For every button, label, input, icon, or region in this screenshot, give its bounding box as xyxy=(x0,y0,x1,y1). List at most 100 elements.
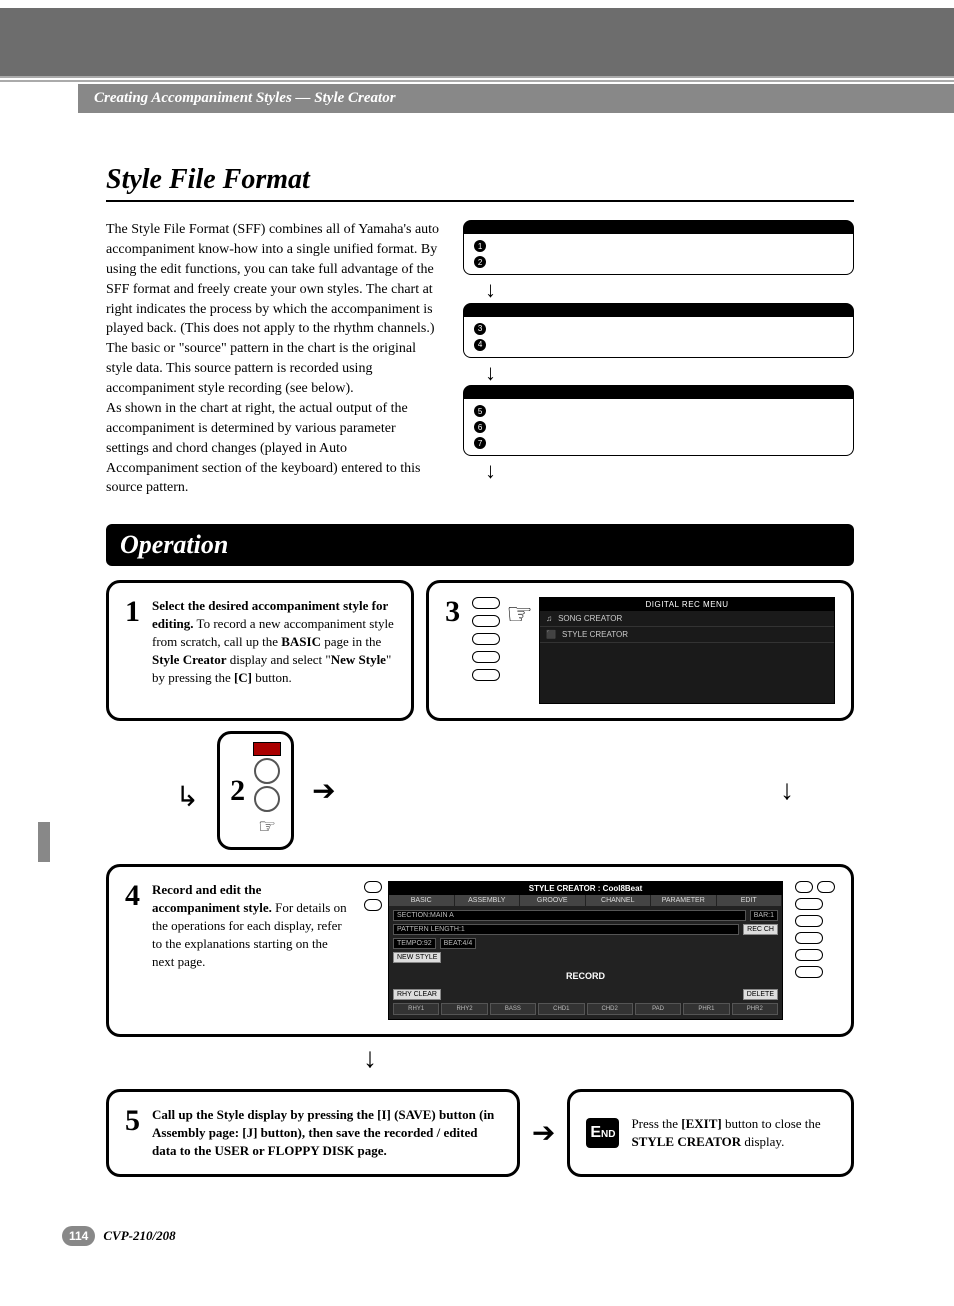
body-text: The Style File Format (SFF) combines all… xyxy=(106,220,439,498)
arrow-right-icon: ➔ xyxy=(312,774,335,808)
ch[interactable]: PHR2 xyxy=(732,1003,778,1015)
step-number: 2 xyxy=(230,776,245,806)
end-text: Press the [EXIT] button to close the STY… xyxy=(631,1115,835,1151)
ch[interactable]: CHD1 xyxy=(538,1003,584,1015)
lead: Record and edit the accompaniment style. xyxy=(152,882,272,915)
ch[interactable]: BASS xyxy=(490,1003,536,1015)
operation-heading: Operation xyxy=(106,524,854,566)
step-2-box: 2 ☞ xyxy=(217,731,294,850)
ch[interactable]: CHD2 xyxy=(587,1003,633,1015)
breadcrumb: Creating Accompaniment Styles — Style Cr… xyxy=(78,84,954,113)
hw-button[interactable] xyxy=(795,915,823,927)
t: BASIC xyxy=(281,634,321,649)
t: New Style xyxy=(331,652,386,667)
ch[interactable]: PAD xyxy=(635,1003,681,1015)
step-3-box: 3 ☞ DIGITAL REC MENU ♫SONG CREATOR ⬛STYL… xyxy=(426,580,854,721)
hw-button[interactable] xyxy=(472,615,500,627)
side-tab xyxy=(38,822,50,862)
t: [C] xyxy=(234,670,252,685)
hw-button-a[interactable] xyxy=(364,881,382,893)
t: [EXIT] xyxy=(681,1116,721,1131)
tab-channel[interactable]: CHANNEL xyxy=(586,895,652,906)
end-box: END Press the [EXIT] button to close the… xyxy=(567,1089,854,1177)
hw-button[interactable] xyxy=(472,651,500,663)
rec-key[interactable] xyxy=(253,742,281,756)
arrow-down-icon: ↓ xyxy=(463,364,854,382)
step-number: 4 xyxy=(125,881,140,1020)
tab-edit[interactable]: EDIT xyxy=(717,895,783,906)
step-1-text: Select the desired accompaniment style f… xyxy=(152,597,395,704)
hand-icon: ☞ xyxy=(258,814,276,839)
ch[interactable]: RHY1 xyxy=(393,1003,439,1015)
bullet-4: 4 xyxy=(474,339,486,351)
section-title: Style File Format xyxy=(106,164,854,202)
hw-button-back[interactable] xyxy=(795,881,813,893)
hw-button[interactable] xyxy=(795,949,823,961)
sff-diagram: 1 2 ↓ 3 4 ↓ 5 6 xyxy=(463,220,854,498)
step-number: 1 xyxy=(125,597,140,704)
bullet-1: 1 xyxy=(474,240,486,252)
arrow-corner-icon: ↳ xyxy=(176,780,199,814)
arrow-down-icon: ↓ xyxy=(363,1043,377,1074)
step-1-box: 1 Select the desired accompaniment style… xyxy=(106,580,414,721)
new-style-button[interactable]: NEW STYLE xyxy=(393,952,441,963)
hw-button[interactable] xyxy=(472,669,500,681)
screen-title: DIGITAL REC MENU xyxy=(540,598,834,611)
style-creator-screen: STYLE CREATOR : Cool8Beat BASIC ASSEMBLY… xyxy=(388,881,783,1020)
page-number: 114 xyxy=(62,1226,95,1246)
style-icon: ⬛ xyxy=(546,630,556,639)
step-4-box: 4 Record and edit the accompaniment styl… xyxy=(106,864,854,1037)
t: Style Creator xyxy=(152,652,226,667)
step-number: 5 xyxy=(125,1106,140,1160)
hand-icon: ☞ xyxy=(506,597,533,704)
ch[interactable]: RHY2 xyxy=(441,1003,487,1015)
tab-parameter[interactable]: PARAMETER xyxy=(651,895,717,906)
rhy-clear-button[interactable]: RHY CLEAR xyxy=(393,989,441,1000)
delete-button[interactable]: DELETE xyxy=(743,989,778,1000)
sc-pattern: PATTERN LENGTH:1 xyxy=(393,924,739,935)
hw-button[interactable] xyxy=(472,597,500,609)
end-icon: END xyxy=(586,1118,619,1148)
bullet-2: 2 xyxy=(474,256,486,268)
hw-button-next[interactable] xyxy=(817,881,835,893)
menu-row[interactable]: ⬛STYLE CREATOR xyxy=(540,627,834,643)
t: display and select " xyxy=(226,652,330,667)
channel-row: RHY1 RHY2 BASS CHD1 CHD2 PAD PHR1 PHR2 xyxy=(393,1003,778,1015)
bullet-7: 7 xyxy=(474,437,486,449)
tab-basic[interactable]: BASIC xyxy=(389,895,455,906)
lcd-screen: DIGITAL REC MENU ♫SONG CREATOR ⬛STYLE CR… xyxy=(539,597,835,704)
arrow-down-icon: ↓ xyxy=(463,281,854,299)
dial[interactable] xyxy=(254,758,280,784)
t: STYLE CREATOR xyxy=(631,1134,741,1149)
ch[interactable]: PHR1 xyxy=(683,1003,729,1015)
arrow-down-icon: ↓ xyxy=(780,775,794,806)
menu-row[interactable]: ♫SONG CREATOR xyxy=(540,611,834,627)
hw-button[interactable] xyxy=(795,966,823,978)
hw-button[interactable] xyxy=(472,633,500,645)
hw-buttons-left xyxy=(364,881,382,1020)
bullet-3: 3 xyxy=(474,323,486,335)
t: button. xyxy=(252,670,292,685)
tab-assembly[interactable]: ASSEMBLY xyxy=(455,895,521,906)
model-label: CVP-210/208 xyxy=(103,1228,175,1244)
bullet-6: 6 xyxy=(474,421,486,433)
hw-button-b[interactable] xyxy=(364,899,382,911)
sc-bar: BAR:1 xyxy=(750,910,778,921)
note-icon: ♫ xyxy=(546,614,552,623)
hw-button[interactable] xyxy=(795,932,823,944)
sc-beat: BEAT:4/4 xyxy=(440,938,477,949)
tab-groove[interactable]: GROOVE xyxy=(520,895,586,906)
hw-button[interactable] xyxy=(795,898,823,910)
t: Press the xyxy=(631,1116,681,1131)
page-footer: 114 CVP-210/208 xyxy=(62,1226,176,1246)
step-5-box: 5 Call up the Style display by pressing … xyxy=(106,1089,520,1177)
para2: As shown in the chart at right, the actu… xyxy=(106,401,421,496)
t: display. xyxy=(741,1134,784,1149)
arrow-down-icon: ↓ xyxy=(463,462,854,480)
step-4-text: Record and edit the accompaniment style.… xyxy=(152,881,352,1020)
hw-buttons-right xyxy=(795,881,835,1020)
rec-ch-button[interactable]: REC CH xyxy=(743,924,778,935)
t: button to close the xyxy=(722,1116,821,1131)
hw-buttons-left xyxy=(472,597,500,704)
dial[interactable] xyxy=(254,786,280,812)
